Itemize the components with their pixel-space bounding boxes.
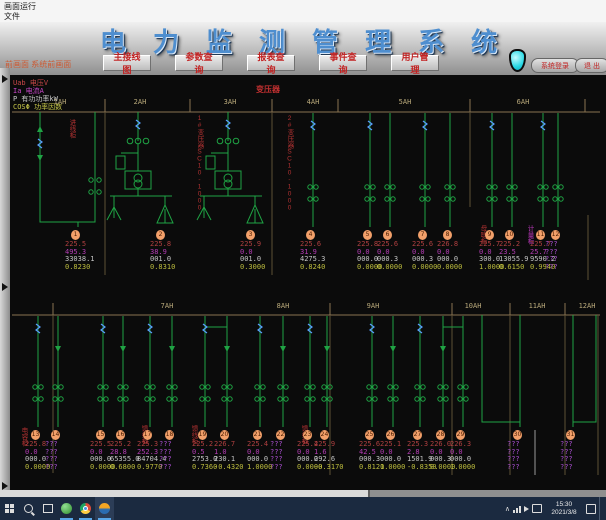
task-view-icon xyxy=(43,504,53,513)
window-titlebar: 画面运行 文件 xyxy=(0,0,606,22)
power-factor-value: ??? xyxy=(45,464,81,472)
input-indicator-icon[interactable] xyxy=(532,504,542,513)
nav-button[interactable]: 报表查询 xyxy=(247,55,295,71)
feeder-readout: 29 226.3 0.0 000.0 1.0000 xyxy=(450,430,486,471)
single-line-diagram-canvas: Uab 电压VIa 电流AP 有功功率kWCOSΦ 功率因数 变压器 1AH2A… xyxy=(0,75,606,490)
feeder-number-badge: 27 xyxy=(413,430,422,440)
feeder-number-badge: 20 xyxy=(220,430,229,440)
feeder-readout: 30 ??? ??? ??? ??? xyxy=(507,430,543,471)
feeder-number-badge: 28 xyxy=(436,430,445,440)
feeder-number-badge: 22 xyxy=(276,430,285,440)
feeder-number-badge: 21 xyxy=(253,430,262,440)
login-button[interactable]: 系统登录 xyxy=(531,58,579,73)
feeder-number-badge: 19 xyxy=(198,430,207,440)
feeder-number-badge: 25 xyxy=(365,430,374,440)
taskbar-left xyxy=(0,497,114,520)
windows-logo-icon xyxy=(5,504,14,513)
power-factor-value: -0.4320 xyxy=(214,464,250,472)
exit-button[interactable]: 退 出 xyxy=(575,58,606,73)
task-view-button[interactable] xyxy=(38,497,57,520)
feeder-number-badge: 23 xyxy=(303,430,312,440)
feeder-readout: 24 225.9 1.6 292.6 -0.3170 xyxy=(314,430,350,471)
power-factor-value: -0.3170 xyxy=(314,464,350,472)
feeder-number-badge: 31 xyxy=(566,430,575,440)
feeder-number-badge: 18 xyxy=(165,430,174,440)
taskbar-app-green[interactable] xyxy=(57,497,76,520)
bottom-feeder-readouts: 13 225.8 0.0 000.0 0.0000 14 ??? ??? ???… xyxy=(0,75,606,490)
power-factor-value: 1.0000 xyxy=(450,464,486,472)
scada-app-icon xyxy=(99,503,110,514)
horizontal-scrollbar[interactable] xyxy=(0,490,606,497)
left-slider-strip[interactable] xyxy=(0,68,10,490)
feeder-number-badge: 30 xyxy=(513,430,522,440)
start-button[interactable] xyxy=(0,497,19,520)
nav-button[interactable]: 用户管理 xyxy=(391,55,439,71)
nav-button[interactable]: 参数查询 xyxy=(175,55,223,71)
banner: 电 力 监 测 管 理 系 统 前画面 系统前画面 主接线图参数查询报表查询事件… xyxy=(0,22,606,76)
feeder-readout: 14 ??? ??? ??? ??? xyxy=(45,430,81,471)
clock-date: 2021/3/8 xyxy=(545,509,583,517)
windows-taskbar: ∧ 15:30 2021/3/8 xyxy=(0,497,606,520)
action-center-icon[interactable] xyxy=(586,504,596,514)
feeder-readout: 31 ??? ??? ??? ??? xyxy=(560,430,596,471)
volume-icon[interactable] xyxy=(524,506,529,512)
feeder-readout: 18 ??? ??? ??? ??? xyxy=(159,430,195,471)
search-button[interactable] xyxy=(19,497,38,520)
taskbar-clock[interactable]: 15:30 2021/3/8 xyxy=(545,501,583,517)
feeder-number-badge: 15 xyxy=(96,430,105,440)
nav-button[interactable]: 主接线图 xyxy=(103,55,151,71)
menu-item-file[interactable]: 文件 xyxy=(4,11,20,22)
green-app-icon xyxy=(61,503,72,514)
slider-arrow-bottom[interactable] xyxy=(2,482,8,490)
feeder-number-badge: 17 xyxy=(143,430,152,440)
network-icon[interactable] xyxy=(513,505,521,513)
feeder-readout: 20 226.7 1.0 230.1 -0.4320 xyxy=(214,430,250,471)
slider-arrow-top[interactable] xyxy=(2,75,8,83)
slider-arrow-middle[interactable] xyxy=(2,283,8,291)
feeder-number-badge: 26 xyxy=(386,430,395,440)
search-icon xyxy=(24,504,33,513)
nav-button-row: 主接线图 参数查询 报表查询 事件查询 用户管理 xyxy=(103,55,439,71)
tray-expand-icon[interactable]: ∧ xyxy=(505,505,510,513)
browser-icon xyxy=(80,503,91,514)
power-factor-value: ??? xyxy=(560,464,596,472)
feeder-number-badge: 13 xyxy=(31,430,40,440)
clock-time: 15:30 xyxy=(545,501,583,509)
feeder-number-badge: 29 xyxy=(456,430,465,440)
show-desktop-button[interactable] xyxy=(599,497,604,520)
nav-button[interactable]: 事件查询 xyxy=(319,55,367,71)
power-factor-value: ??? xyxy=(507,464,543,472)
taskbar-app-browser[interactable] xyxy=(76,497,95,520)
water-drop-icon xyxy=(509,49,526,72)
feeder-number-badge: 14 xyxy=(51,430,60,440)
scada-window: 画面运行 文件 电 力 监 测 管 理 系 统 前画面 系统前画面 主接线图参数… xyxy=(0,0,606,520)
power-factor-value: ??? xyxy=(159,464,195,472)
feeder-number-badge: 24 xyxy=(320,430,329,440)
horizontal-scrollbar-thumb[interactable] xyxy=(0,490,370,497)
taskbar-app-scada[interactable] xyxy=(95,497,114,520)
system-tray: ∧ 15:30 2021/3/8 xyxy=(505,497,606,520)
breadcrumb[interactable]: 前画面 系统前画面 xyxy=(5,59,71,70)
feeder-number-badge: 16 xyxy=(116,430,125,440)
